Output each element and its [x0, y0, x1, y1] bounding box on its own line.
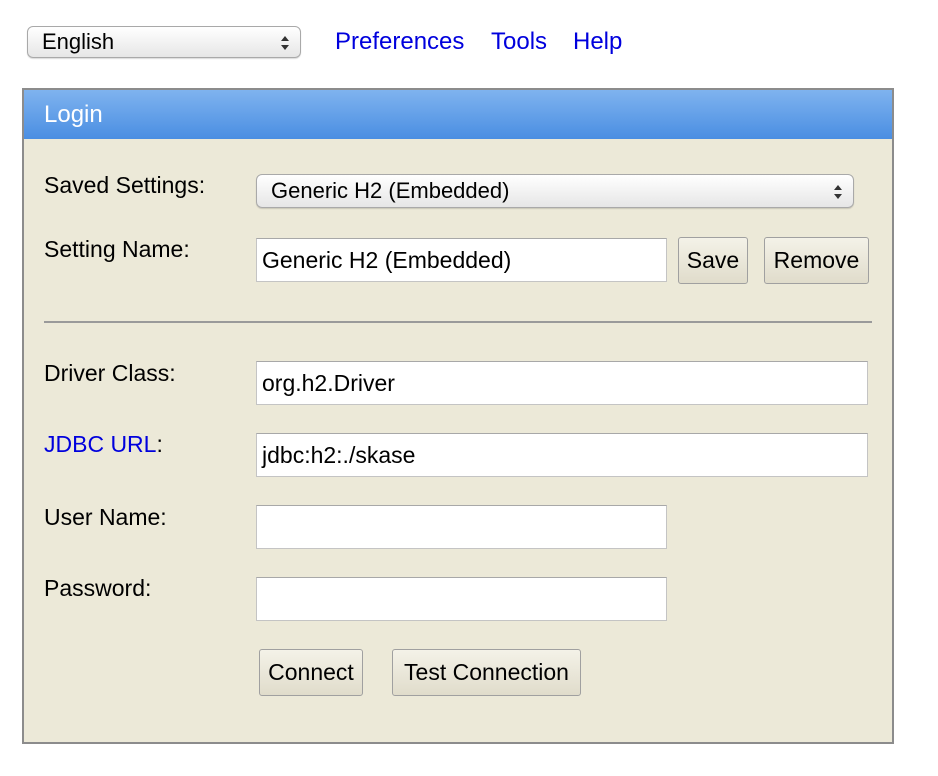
driver-class-label: Driver Class: — [44, 360, 176, 386]
connect-button[interactable]: Connect — [259, 649, 363, 696]
preferences-link[interactable]: Preferences — [335, 26, 464, 58]
jdbc-url-input[interactable]: jdbc:h2:./skase — [256, 433, 868, 477]
jdbc-url-colon: : — [156, 431, 163, 457]
driver-class-input[interactable]: org.h2.Driver — [256, 361, 868, 405]
password-input[interactable] — [256, 577, 667, 621]
password-label: Password: — [44, 575, 152, 601]
language-select-value: English — [42, 29, 115, 54]
language-select[interactable]: English — [27, 26, 301, 58]
user-name-input[interactable] — [256, 505, 667, 549]
user-name-label: User Name: — [44, 504, 167, 530]
login-panel: Login Saved Settings: Generic H2 (Embedd… — [22, 88, 894, 744]
up-down-chevron-icon — [281, 36, 289, 50]
tools-link[interactable]: Tools — [491, 26, 547, 58]
saved-settings-select[interactable]: Generic H2 (Embedded) — [256, 174, 854, 208]
up-down-chevron-icon — [834, 185, 842, 199]
save-button[interactable]: Save — [678, 237, 748, 284]
panel-title: Login — [24, 90, 892, 139]
saved-settings-label: Saved Settings: — [44, 172, 206, 198]
jdbc-url-label: JDBC URL: — [44, 429, 163, 459]
test-connection-button[interactable]: Test Connection — [392, 649, 581, 696]
remove-button[interactable]: Remove — [764, 237, 869, 284]
setting-name-label: Setting Name: — [44, 236, 190, 262]
help-link[interactable]: Help — [573, 26, 622, 58]
jdbc-url-link[interactable]: JDBC URL — [44, 431, 156, 457]
saved-settings-select-value: Generic H2 (Embedded) — [271, 178, 510, 203]
top-bar: English Preferences Tools Help — [0, 0, 938, 88]
section-divider — [44, 321, 872, 323]
setting-name-input[interactable]: Generic H2 (Embedded) — [256, 238, 667, 282]
